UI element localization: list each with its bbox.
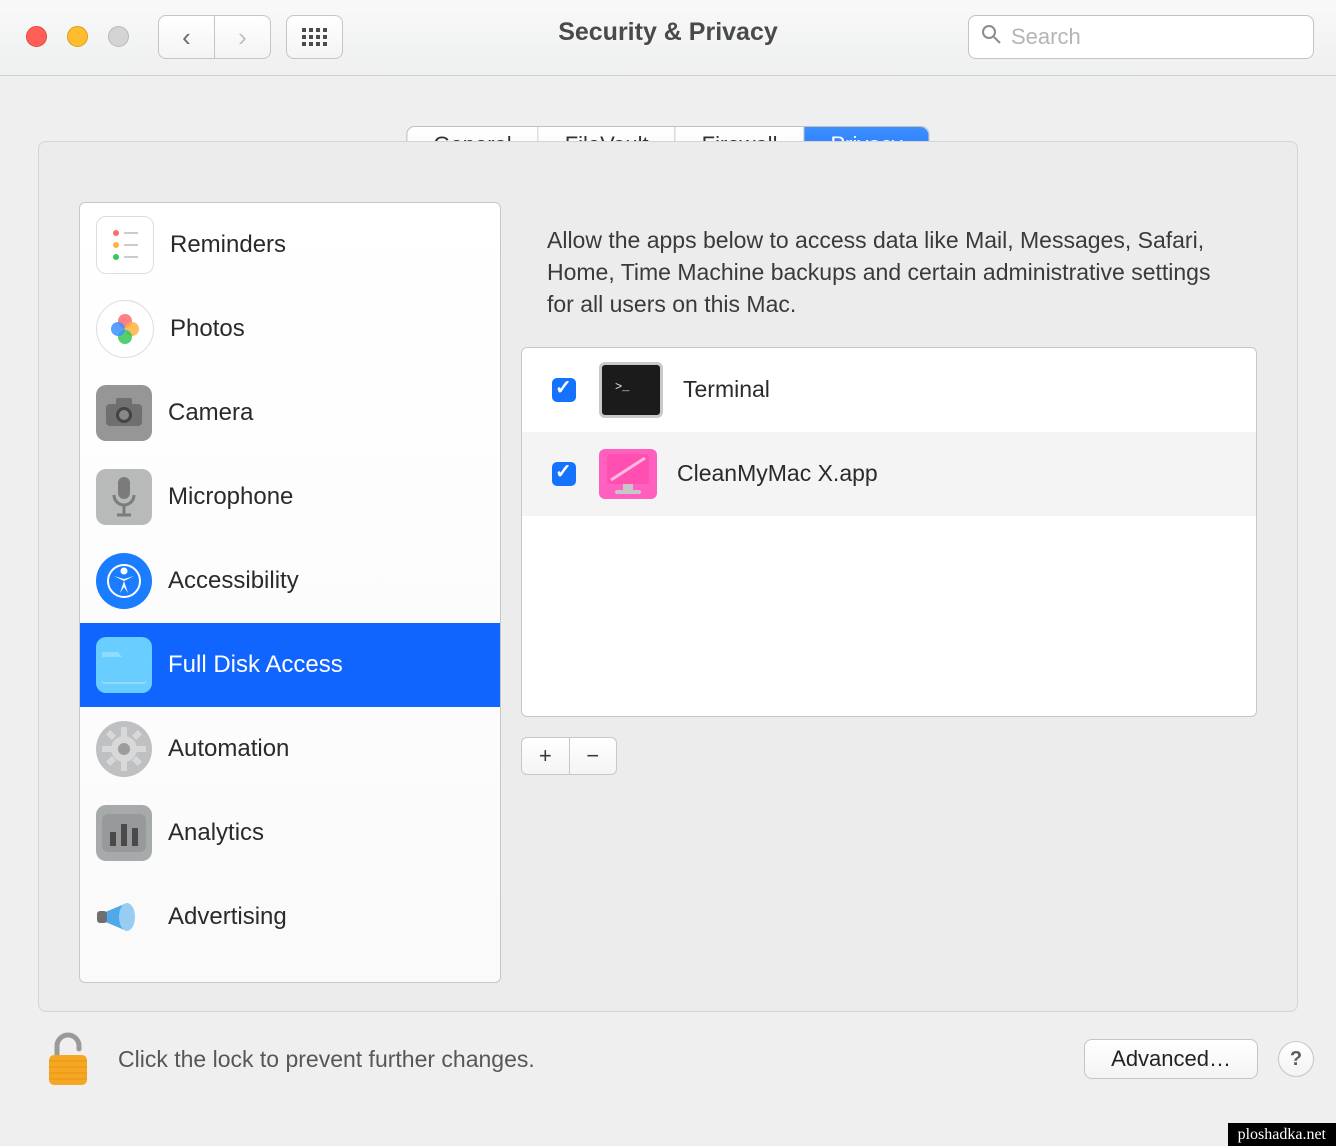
grid-icon (302, 28, 327, 46)
terminal-icon: >_ (599, 362, 663, 418)
add-button[interactable]: + (522, 738, 570, 774)
sidebar-item-analytics[interactable]: Analytics (80, 791, 500, 875)
sidebar-item-label: Reminders (170, 231, 286, 259)
app-checkbox[interactable] (552, 378, 576, 402)
sidebar-item-label: Analytics (168, 819, 264, 847)
forward-button[interactable]: › (215, 15, 271, 59)
footer: Click the lock to prevent further change… (38, 1027, 1314, 1091)
content-panel: Reminders Photos Camera (38, 141, 1298, 1012)
app-row[interactable]: >_ Terminal (522, 348, 1256, 432)
sidebar-item-label: Advertising (168, 903, 287, 931)
lock-text: Click the lock to prevent further change… (118, 1046, 535, 1073)
advertising-icon (96, 889, 152, 945)
privacy-sidebar: Reminders Photos Camera (79, 202, 501, 983)
add-remove-controls: + − (521, 737, 617, 775)
svg-text:>_: >_ (615, 380, 630, 394)
help-button[interactable]: ? (1278, 1041, 1314, 1077)
chevron-left-icon: ‹ (182, 22, 191, 53)
microphone-icon (96, 469, 152, 525)
sidebar-item-label: Accessibility (168, 567, 299, 595)
window-toolbar: ‹ › Security & Privacy (0, 0, 1336, 76)
search-input[interactable] (1009, 23, 1301, 51)
sidebar-item-camera[interactable]: Camera (80, 371, 500, 455)
advanced-button[interactable]: Advanced… (1084, 1039, 1258, 1079)
sidebar-item-accessibility[interactable]: Accessibility (80, 539, 500, 623)
sidebar-item-automation[interactable]: Automation (80, 707, 500, 791)
remove-button[interactable]: − (570, 738, 617, 774)
app-list: >_ Terminal CleanMyMac X.app (521, 347, 1257, 717)
reminders-icon (96, 216, 154, 274)
sidebar-item-photos[interactable]: Photos (80, 287, 500, 371)
analytics-icon (96, 805, 152, 861)
sidebar-item-label: Microphone (168, 483, 293, 511)
app-checkbox[interactable] (552, 462, 576, 486)
sidebar-item-label: Automation (168, 735, 289, 763)
sidebar-item-label: Full Disk Access (168, 651, 343, 679)
traffic-lights (26, 26, 129, 47)
close-button[interactable] (26, 26, 47, 47)
gear-icon (96, 721, 152, 777)
sidebar-item-advertising[interactable]: Advertising (80, 875, 500, 959)
sidebar-item-full-disk-access[interactable]: Full Disk Access (80, 623, 500, 707)
folder-icon (96, 637, 152, 693)
detail-pane: Allow the apps below to access data like… (521, 202, 1257, 983)
minimize-button[interactable] (67, 26, 88, 47)
sidebar-item-reminders[interactable]: Reminders (80, 203, 500, 287)
sidebar-item-microphone[interactable]: Microphone (80, 455, 500, 539)
app-name: Terminal (683, 376, 770, 403)
photos-icon (96, 300, 154, 358)
search-field[interactable] (968, 15, 1314, 59)
sidebar-item-label: Photos (170, 315, 245, 343)
app-name: CleanMyMac X.app (677, 460, 878, 487)
nav-buttons: ‹ › (158, 15, 271, 59)
lock-icon[interactable] (38, 1027, 98, 1091)
zoom-button[interactable] (108, 26, 129, 47)
search-icon (981, 24, 1001, 50)
camera-icon (96, 385, 152, 441)
chevron-right-icon: › (238, 22, 247, 53)
show-all-button[interactable] (286, 15, 343, 59)
back-button[interactable]: ‹ (158, 15, 215, 59)
watermark: ploshadka.net (1228, 1123, 1336, 1146)
sidebar-item-label: Camera (168, 399, 253, 427)
cleanmymac-icon (599, 449, 657, 499)
app-row[interactable]: CleanMyMac X.app (522, 432, 1256, 516)
accessibility-icon (96, 553, 152, 609)
description-text: Allow the apps below to access data like… (521, 202, 1257, 321)
